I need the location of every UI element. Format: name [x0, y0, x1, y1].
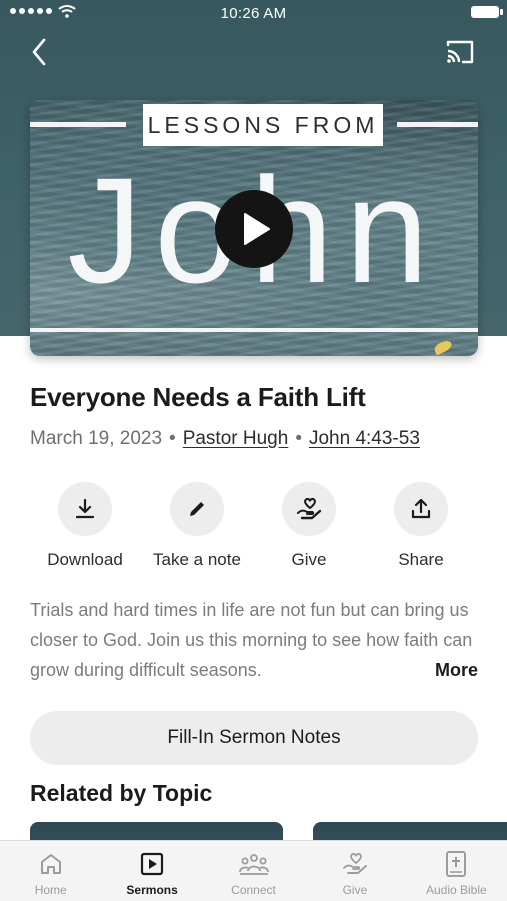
- cast-icon: [446, 40, 474, 64]
- people-icon: [238, 854, 269, 875]
- take-note-label: Take a note: [153, 550, 241, 569]
- tab-connect-label: Connect: [231, 883, 276, 897]
- meta-separator: •: [169, 428, 176, 449]
- sermon-date: March 19, 2023: [30, 428, 163, 449]
- sermon-artwork: LESSONS FROM John: [30, 100, 478, 356]
- give-button[interactable]: Give: [253, 482, 365, 570]
- meta-separator: •: [295, 428, 302, 449]
- play-square-icon: [141, 852, 164, 876]
- artwork-bottom-line: [30, 328, 478, 332]
- tab-connect[interactable]: Connect: [203, 841, 304, 901]
- tab-sermons-label: Sermons: [126, 883, 178, 897]
- tab-audio-bible[interactable]: Audio Bible: [406, 841, 507, 901]
- artwork-line-right: [397, 122, 478, 127]
- share-button[interactable]: Share: [365, 482, 477, 570]
- sermon-title: Everyone Needs a Faith Lift: [30, 382, 366, 412]
- tab-home-label: Home: [34, 883, 67, 897]
- play-button[interactable]: [215, 190, 293, 268]
- artwork-line-left: [30, 122, 126, 127]
- leaf-decoration: [432, 338, 454, 356]
- download-icon: [75, 498, 95, 519]
- status-time: 10:26 AM: [220, 5, 287, 22]
- tab-audio-bible-label: Audio Bible: [425, 883, 487, 897]
- give-label: Give: [291, 550, 327, 569]
- chevron-left-icon: [32, 38, 46, 66]
- bible-icon: [446, 851, 467, 877]
- download-button[interactable]: Download: [29, 482, 141, 570]
- speaker-link[interactable]: Pastor Hugh: [183, 428, 289, 449]
- play-icon: [244, 213, 270, 245]
- more-link[interactable]: More: [400, 655, 478, 685]
- download-button-circle: [58, 482, 112, 536]
- tab-give[interactable]: Give: [304, 841, 405, 901]
- tab-bar: Home Sermons Connect Give Audio Bible: [0, 840, 507, 901]
- sermon-description: Trials and hard times in life are not fu…: [30, 595, 478, 685]
- tab-sermons[interactable]: Sermons: [101, 841, 202, 901]
- heart-hand-icon: [297, 498, 322, 520]
- sermon-meta: March 19, 2023 • Pastor Hugh • John 4:43-53: [30, 428, 420, 450]
- take-note-button-circle: [170, 482, 224, 536]
- cast-button[interactable]: [444, 38, 476, 66]
- share-label: Share: [398, 550, 444, 569]
- related-topic-heading: Related by Topic: [30, 780, 213, 806]
- back-button[interactable]: [24, 36, 56, 68]
- give-button-circle: [282, 482, 336, 536]
- share-icon: [411, 498, 431, 519]
- artwork-series-label: LESSONS FROM: [147, 111, 379, 138]
- status-bar: 10:26 AM: [0, 0, 507, 28]
- download-label: Download: [47, 550, 123, 569]
- tab-give-label: Give: [342, 883, 368, 897]
- pencil-icon: [190, 502, 204, 516]
- scripture-link[interactable]: John 4:43-53: [309, 428, 420, 449]
- home-icon: [40, 854, 61, 874]
- share-button-circle: [394, 482, 448, 536]
- heart-hand-icon: [343, 853, 367, 874]
- tab-home[interactable]: Home: [0, 841, 101, 901]
- fill-in-notes-button[interactable]: Fill-In Sermon Notes: [30, 711, 478, 765]
- take-note-button[interactable]: Take a note: [141, 482, 253, 570]
- battery-icon: [471, 6, 503, 18]
